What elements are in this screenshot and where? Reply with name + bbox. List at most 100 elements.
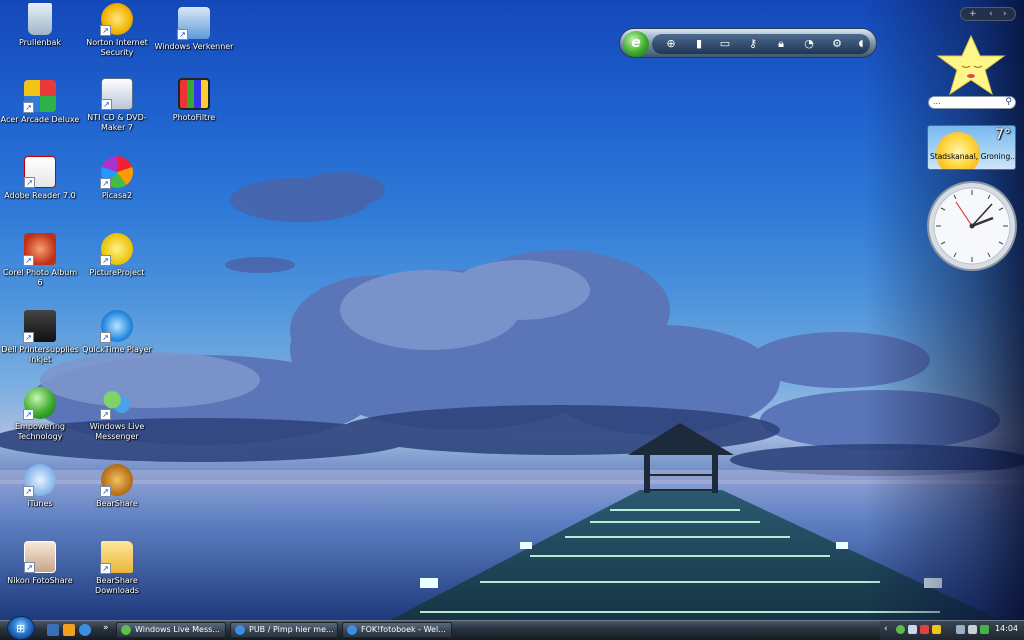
bearshare-icon: ↗ bbox=[100, 464, 133, 497]
shortcut-arrow-icon: ↗ bbox=[23, 102, 34, 113]
desktop-icon-dell-printer[interactable]: ↗ Dell Printersupplies Inkjet bbox=[0, 310, 80, 365]
show-desktop-icon[interactable] bbox=[47, 624, 59, 636]
shortcut-arrow-icon: ↗ bbox=[100, 332, 111, 343]
connection-tray-icon[interactable] bbox=[956, 625, 965, 634]
explorer-icon: ↗ bbox=[177, 7, 210, 40]
shortcut-arrow-icon: ↗ bbox=[23, 255, 34, 266]
desktop-icon-label: Prullenbak bbox=[18, 38, 62, 47]
gear-icon[interactable]: ⚙ bbox=[830, 37, 844, 51]
desktop-icon-label: PictureProject bbox=[89, 268, 145, 277]
taskbar-clock[interactable]: 14:04 bbox=[995, 624, 1018, 633]
start-button[interactable]: ⊞ bbox=[7, 616, 35, 640]
card-icon[interactable]: ▭ bbox=[718, 37, 732, 51]
taskbar-button-pub[interactable]: PUB / Pimp hier me... bbox=[230, 622, 338, 638]
lock-icon[interactable]: 🔒︎ bbox=[774, 37, 788, 51]
pictureproject-icon: ↗ bbox=[100, 233, 133, 266]
shortcut-arrow-icon: ↗ bbox=[100, 563, 111, 574]
desktop-icon-label: Corel Photo Album 6 bbox=[2, 268, 78, 287]
corel-icon: ↗ bbox=[23, 233, 56, 266]
shortcut-arrow-icon: ↗ bbox=[100, 178, 111, 189]
weather-temperature: 7° bbox=[995, 127, 1011, 143]
desktop-icon-label: PhotoFiltre bbox=[172, 113, 216, 122]
desktop-icon-corel[interactable]: ↗ Corel Photo Album 6 bbox=[0, 233, 80, 288]
desktop-icon-bearshare-downloads[interactable]: ↗ BearShare Downloads bbox=[77, 541, 157, 596]
shortcut-arrow-icon: ↗ bbox=[23, 409, 34, 420]
folder-icon: ↗ bbox=[100, 541, 133, 574]
quicklaunch-overflow-chevron[interactable]: » bbox=[103, 623, 109, 633]
desktop-icon-label: QuickTime Player bbox=[82, 345, 152, 354]
desktop-icon-bearshare[interactable]: ↗ BearShare bbox=[77, 464, 157, 509]
sun-icon bbox=[936, 132, 980, 169]
desktop-icon-label: Acer Arcade Deluxe bbox=[0, 115, 80, 124]
desktop-icon-photofiltre[interactable]: PhotoFiltre bbox=[154, 78, 234, 123]
shortcut-arrow-icon: ↗ bbox=[24, 177, 35, 188]
messenger-tray-icon[interactable] bbox=[896, 625, 905, 634]
nikon-icon: ↗ bbox=[24, 541, 56, 573]
desktop-icon-empowering[interactable]: ↗ Empowering Technology bbox=[0, 387, 80, 442]
desktop-icon-messenger[interactable]: ↗ Windows Live Messenger bbox=[77, 387, 157, 442]
desktop-icon-recycle-bin[interactable]: Prullenbak bbox=[0, 3, 80, 48]
empowering-toolbar: e ⊕ ▮ ▭ ⚷ 🔒︎ ◔ ⚙ ◖ bbox=[619, 28, 877, 58]
desktop-icon-itunes[interactable]: ↗ iTunes bbox=[0, 464, 80, 509]
shortcut-arrow-icon: ↗ bbox=[100, 409, 111, 420]
desktop-icon-label: Adobe Reader 7.0 bbox=[4, 191, 76, 200]
empowering-logo-button[interactable]: e bbox=[623, 31, 649, 57]
sidebar-prev-button[interactable]: ‹ bbox=[989, 8, 993, 20]
desktop-icon-acer-arcade[interactable]: ↗ Acer Arcade Deluxe bbox=[0, 80, 80, 125]
sidebar-search-input[interactable]: ... ⚲ bbox=[928, 96, 1016, 109]
messenger-icon bbox=[121, 625, 131, 635]
gauge-icon[interactable]: ◔ bbox=[802, 37, 816, 51]
desktop-icon-picasa[interactable]: ↗ Picasa2 bbox=[77, 156, 157, 201]
globe-icon[interactable]: ⊕ bbox=[664, 37, 678, 51]
desktop-icon-adobe-reader[interactable]: ↗ Adobe Reader 7.0 bbox=[0, 156, 80, 201]
key-icon[interactable]: ⚷ bbox=[746, 37, 760, 51]
star-gadget-icon[interactable] bbox=[928, 34, 1014, 98]
desktop-icon-nikon[interactable]: ↗ Nikon FotoShare bbox=[0, 541, 80, 586]
picasa-icon: ↗ bbox=[100, 156, 133, 189]
norton-tray-icon[interactable] bbox=[932, 625, 941, 634]
media-player-icon[interactable] bbox=[63, 624, 75, 636]
nti-icon: ↗ bbox=[101, 78, 133, 110]
sidebar-controls: + ‹ › bbox=[960, 7, 1016, 21]
shortcut-arrow-icon: ↗ bbox=[101, 99, 112, 110]
photofiltre-icon bbox=[178, 78, 210, 110]
battery-icon[interactable]: ▮ bbox=[692, 37, 706, 51]
battery-tray-icon[interactable] bbox=[980, 625, 989, 634]
internet-explorer-icon bbox=[235, 625, 245, 635]
security-tray-icon[interactable] bbox=[920, 625, 929, 634]
desktop-icon-nti[interactable]: ↗ NTI CD & DVD-Maker 7 bbox=[77, 78, 157, 133]
shortcut-arrow-icon: ↗ bbox=[177, 29, 188, 40]
taskbar-button-messenger[interactable]: Windows Live Mess... bbox=[116, 622, 226, 638]
shortcut-arrow-icon: ↗ bbox=[100, 486, 111, 497]
weather-location: Stadskanaal, Groning... bbox=[930, 152, 1016, 161]
tray-expand-chevron-icon[interactable]: ‹ bbox=[884, 624, 888, 634]
shortcut-arrow-icon: ↗ bbox=[23, 332, 34, 343]
clock-gadget-icon[interactable] bbox=[926, 180, 1018, 272]
desktop-icon-pictureproject[interactable]: ↗ PictureProject bbox=[77, 233, 157, 278]
desktop-icon-windows-verkenner[interactable]: ↗ Windows Verkenner bbox=[154, 7, 234, 52]
taskbar-button-fokfotoboek[interactable]: FOK!fotoboek - Wel... bbox=[342, 622, 452, 638]
desktop-icon-quicktime[interactable]: ↗ QuickTime Player bbox=[77, 310, 157, 355]
itunes-icon: ↗ bbox=[23, 464, 56, 497]
desktop-icon-label: Windows Verkenner bbox=[154, 42, 234, 51]
taskbar-button-label: Windows Live Mess... bbox=[135, 625, 220, 634]
volume-tray-icon[interactable] bbox=[968, 625, 977, 634]
empowering-toolbar-buttons: ⊕ ▮ ▭ ⚷ 🔒︎ ◔ ⚙ ◖ bbox=[652, 34, 870, 54]
sidebar-next-button[interactable]: › bbox=[1003, 8, 1007, 20]
norton-icon: ↗ bbox=[100, 3, 133, 36]
messenger-icon: ↗ bbox=[100, 387, 133, 420]
search-placeholder: ... bbox=[933, 97, 941, 106]
internet-explorer-icon[interactable] bbox=[79, 624, 91, 636]
desktop-icon-label: Nikon FotoShare bbox=[7, 576, 73, 585]
shortcut-arrow-icon: ↗ bbox=[24, 562, 35, 573]
add-gadget-button[interactable]: + bbox=[969, 8, 977, 20]
weather-gadget[interactable]: 7° Stadskanaal, Groning... bbox=[927, 125, 1016, 170]
desktop-icon-label: Dell Printersupplies Inkjet bbox=[1, 345, 79, 364]
network-tray-icon[interactable] bbox=[908, 625, 917, 634]
taskbar-button-label: PUB / Pimp hier me... bbox=[249, 625, 334, 634]
desktop-icon-norton[interactable]: ↗ Norton Internet Security bbox=[77, 3, 157, 58]
search-icon[interactable]: ⚲ bbox=[1005, 97, 1012, 107]
desktop-icon-label: Norton Internet Security bbox=[86, 38, 148, 57]
collapse-icon[interactable]: ◖ bbox=[854, 37, 868, 51]
acer-arcade-icon: ↗ bbox=[23, 80, 56, 113]
